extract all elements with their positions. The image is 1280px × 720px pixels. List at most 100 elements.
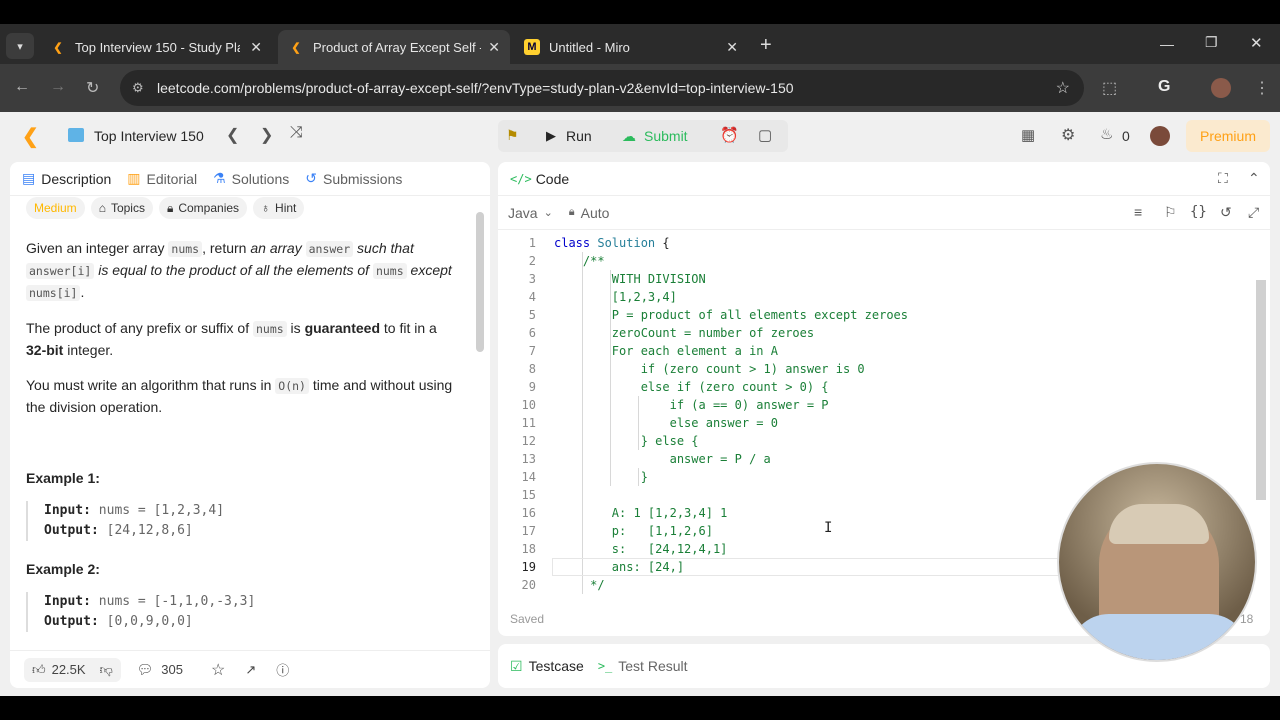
site-info-icon[interactable]: ⚙ <box>132 80 144 96</box>
format-icon[interactable]: ≡ <box>1134 204 1142 220</box>
browser-tab[interactable]: ❮ Top Interview 150 - Study Plan ✕ <box>40 30 272 64</box>
collapse-icon[interactable]: ⌃ <box>1248 170 1260 187</box>
line-number: 8 <box>528 362 536 376</box>
line-number: 1 <box>528 236 536 250</box>
prev-problem-icon[interactable]: ❮ <box>226 125 239 145</box>
line-text: A: 1 [1,2,3,4] 1 <box>554 506 728 520</box>
layout-icon[interactable]: ▦ <box>1021 126 1035 144</box>
tab-description[interactable]: ▤ Description <box>22 170 111 187</box>
minimize-icon[interactable]: — <box>1160 36 1174 52</box>
notes-icon[interactable]: ▢ <box>758 126 772 144</box>
line-number: 18 <box>521 542 536 556</box>
profile-avatar[interactable] <box>1211 78 1231 98</box>
close-icon[interactable]: ✕ <box>488 39 500 56</box>
help-icon[interactable]: ⓘ <box>276 660 289 679</box>
submit-button[interactable]: ☁ Submit <box>612 120 698 152</box>
tab-title: Top Interview 150 - Study Plan <box>75 39 240 55</box>
webcam-cap <box>1109 504 1209 544</box>
debug-icon[interactable]: ⚑ <box>506 127 519 144</box>
description-scrollbar[interactable] <box>476 212 484 352</box>
text: to fit in a <box>380 320 437 336</box>
code-line: 12 } else { <box>498 432 1258 450</box>
google-icon[interactable]: G <box>1158 78 1170 96</box>
code-line: 8 if (zero count > 1) answer is 0 <box>498 360 1258 378</box>
lightbulb-icon: ♁ <box>261 201 271 215</box>
lock-icon: 🔒︎ <box>568 206 575 218</box>
extensions-icon[interactable]: ⬚ <box>1102 78 1117 98</box>
language-label: Java <box>508 204 538 221</box>
language-select[interactable]: Java ⌄ <box>508 205 553 221</box>
premium-button[interactable]: Premium <box>1186 120 1270 152</box>
streak-flame-icon[interactable]: ♨ <box>1100 125 1113 143</box>
bold-text: guaranteed <box>304 320 381 336</box>
tab-label: Testcase <box>528 658 584 674</box>
new-tab-icon[interactable]: + <box>760 34 772 57</box>
browser-tab[interactable]: M Untitled - Miro ✕ <box>514 30 748 64</box>
user-avatar[interactable] <box>1150 126 1170 146</box>
study-plan-icon <box>68 128 84 142</box>
difficulty-badge: Medium <box>26 197 85 219</box>
terminal-icon: >_ <box>597 659 613 673</box>
like-button[interactable]: 👍︎ 22.5K 👎︎ <box>24 657 121 682</box>
fullscreen-icon[interactable]: ⛶ <box>1218 170 1228 187</box>
close-icon[interactable]: ✕ <box>250 39 262 56</box>
bookmark-star-icon[interactable]: ☆ <box>1056 78 1070 98</box>
input-label: Input: <box>44 503 91 518</box>
companies-tag[interactable]: 🔒︎ Companies <box>158 197 248 219</box>
star-icon[interactable]: ☆ <box>211 660 225 680</box>
url-field[interactable]: ⚙ leetcode.com/problems/product-of-array… <box>120 70 1084 106</box>
forward-icon[interactable]: → <box>50 78 66 96</box>
webcam-overlay <box>1057 462 1257 662</box>
reset-icon[interactable]: ↺ <box>1220 204 1232 221</box>
menu-icon[interactable]: ⋮ <box>1254 78 1270 98</box>
expand-icon[interactable]: ⤢ <box>1248 204 1259 221</box>
inline-code: answer <box>305 241 354 257</box>
line-number: 4 <box>528 290 536 304</box>
line-text: if (zero count > 1) answer is 0 <box>554 362 865 376</box>
topics-tag[interactable]: ⌂ Topics <box>90 197 153 219</box>
braces-icon[interactable]: {} <box>1190 204 1207 220</box>
study-plan-title[interactable]: Top Interview 150 <box>94 128 204 144</box>
bookmark-icon[interactable]: ⚐ <box>1164 204 1177 221</box>
mode-label[interactable]: Auto <box>581 205 610 221</box>
line-text: s: [24,12,4,1] <box>554 542 728 556</box>
back-icon[interactable]: ← <box>14 78 30 96</box>
alarm-icon[interactable]: ⏰ <box>720 126 739 144</box>
browser-tab-active[interactable]: ❮ Product of Array Except Self - L ✕ <box>278 30 510 64</box>
webcam-shirt <box>1069 614 1249 660</box>
run-label: Run <box>566 128 592 144</box>
tab-submissions[interactable]: ↺ Submissions <box>305 170 402 187</box>
address-bar: ← → ↻ ⚙ leetcode.com/problems/product-of… <box>0 64 1280 112</box>
lock-icon: 🔒︎ <box>166 200 174 215</box>
comment-icon[interactable]: 💬︎ <box>137 662 154 678</box>
maximize-icon[interactable]: ❐ <box>1205 34 1218 51</box>
tab-solutions[interactable]: ⚗ Solutions <box>213 170 289 187</box>
thumbs-down-icon[interactable]: 👎︎ <box>100 662 113 678</box>
next-problem-icon[interactable]: ❯ <box>260 125 273 145</box>
window-close-icon[interactable]: ✕ <box>1250 34 1263 52</box>
input-label: Input: <box>44 594 91 609</box>
example-title: Example 1: <box>26 470 100 486</box>
share-icon[interactable]: ↗ <box>245 662 256 678</box>
bold-text: 32-bit <box>26 342 64 358</box>
settings-icon[interactable]: ⚙ <box>1061 125 1075 145</box>
leetcode-logo-icon[interactable]: ❮ <box>22 124 39 149</box>
inline-code: O(n) <box>275 378 309 394</box>
run-button[interactable]: ▶ Run <box>536 120 602 152</box>
tab-test-result[interactable]: >_ Test Result <box>598 658 688 674</box>
tab-testcase[interactable]: ☑ Testcase <box>510 658 584 675</box>
line-number: 20 <box>521 578 536 592</box>
shuffle-icon[interactable]: ⤨ <box>290 124 303 142</box>
tab-title: Product of Array Except Self - L <box>313 39 481 55</box>
example-block: Input: nums = [1,2,3,4] Output: [24,12,8… <box>26 501 456 541</box>
reload-icon[interactable]: ↻ <box>86 78 99 98</box>
text: such that <box>353 240 414 256</box>
code-line: 11 else answer = 0 <box>498 414 1258 432</box>
close-icon[interactable]: ✕ <box>726 39 738 56</box>
hint-tag[interactable]: ♁ Hint <box>253 197 305 219</box>
line-number: 11 <box>521 416 536 430</box>
tab-editorial[interactable]: ▥ Editorial <box>127 170 197 187</box>
paragraph-1: Given an integer array nums, return an a… <box>26 238 456 304</box>
tab-search-button[interactable]: ▾ <box>6 33 34 59</box>
editor-scrollbar[interactable] <box>1256 280 1266 500</box>
